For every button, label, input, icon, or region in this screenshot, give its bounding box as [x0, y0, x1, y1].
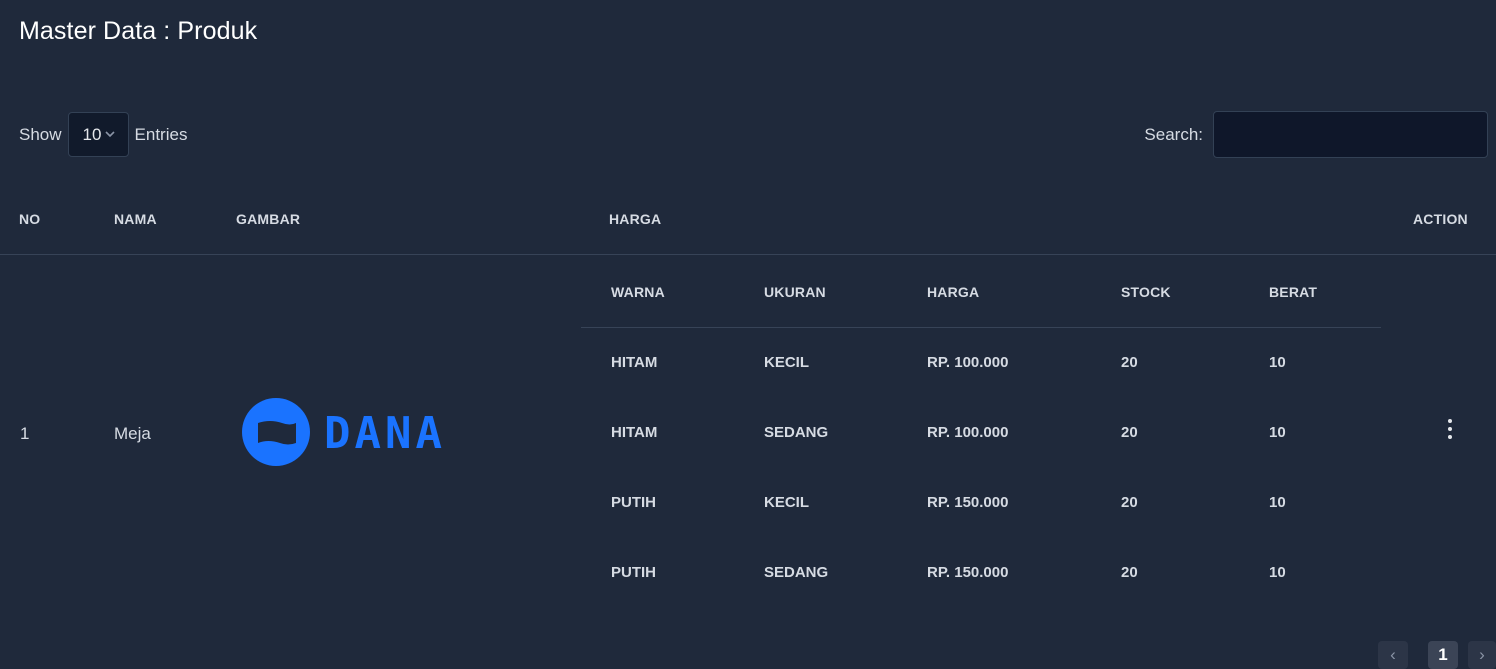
subheader-berat: BERAT: [1269, 284, 1318, 300]
variant-ukuran: KECIL: [764, 494, 809, 511]
variant-ukuran: SEDANG: [764, 424, 829, 441]
column-header-harga: HARGA: [609, 211, 662, 227]
variant-harga: RP. 100.000: [927, 424, 1009, 441]
subheader-stock: STOCK: [1121, 284, 1171, 300]
variant-berat: 10: [1269, 494, 1286, 511]
dana-logo: DANA: [242, 398, 446, 466]
subheader-warna: WARNA: [611, 284, 665, 300]
search-label: Search:: [1144, 124, 1203, 144]
pagination-prev-button[interactable]: ‹: [1378, 641, 1408, 669]
more-vertical-icon[interactable]: [1441, 418, 1459, 440]
entries-label: Entries: [134, 124, 188, 144]
variant-stock: 20: [1121, 494, 1138, 511]
page-title: Master Data : Produk: [19, 17, 258, 45]
search-input[interactable]: [1213, 111, 1488, 158]
show-label: Show: [19, 124, 62, 144]
search-control: Search:: [1144, 111, 1488, 158]
entries-value: 10: [82, 124, 102, 144]
column-header-no: NO: [19, 211, 41, 227]
pagination-page-1[interactable]: 1: [1428, 641, 1458, 669]
variant-warna: PUTIH: [611, 564, 656, 581]
variant-berat: 10: [1269, 354, 1286, 371]
row-nama: Meja: [114, 424, 151, 443]
row-no: 1: [20, 424, 30, 443]
chevron-down-icon: [104, 131, 115, 138]
column-header-nama: NAMA: [114, 211, 157, 227]
column-header-gambar: GAMBAR: [236, 211, 301, 227]
variant-ukuran: KECIL: [764, 354, 809, 371]
subheader-divider: [581, 327, 1381, 328]
subheader-ukuran: UKURAN: [764, 284, 826, 300]
variant-stock: 20: [1121, 424, 1138, 441]
variant-harga: RP. 150.000: [927, 564, 1009, 581]
pagination-next-button[interactable]: ›: [1468, 641, 1496, 669]
entries-select[interactable]: 10: [67, 112, 129, 157]
variant-berat: 10: [1269, 564, 1286, 581]
variant-stock: 20: [1121, 564, 1138, 581]
variant-harga: RP. 150.000: [927, 494, 1009, 511]
variant-berat: 10: [1269, 424, 1286, 441]
variant-harga: RP. 100.000: [927, 354, 1009, 371]
header-divider: [0, 254, 1496, 255]
subheader-harga: HARGA: [927, 284, 980, 300]
column-header-action: ACTION: [1413, 211, 1468, 227]
variant-ukuran: SEDANG: [764, 564, 829, 581]
variant-warna: PUTIH: [611, 494, 656, 511]
variant-warna: HITAM: [611, 424, 658, 441]
variant-warna: HITAM: [611, 354, 658, 371]
logo-text: DANA: [324, 408, 446, 459]
variant-stock: 20: [1121, 354, 1138, 371]
entries-control: Show 10 Entries: [19, 111, 187, 158]
